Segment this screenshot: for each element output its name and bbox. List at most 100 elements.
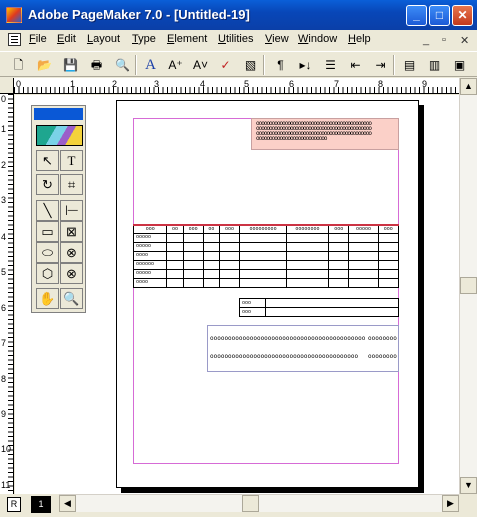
zoom-tool-icon[interactable]: 🔍 xyxy=(60,288,83,309)
styles-icon[interactable]: ▤ xyxy=(399,55,420,75)
header-text-block[interactable]: oooooooooooooooooooooooooooooooooooooooo… xyxy=(251,118,399,150)
pointer-tool-icon[interactable]: ↖ xyxy=(36,150,59,171)
close-button[interactable]: ✕ xyxy=(452,5,473,26)
table-header-cell: oo xyxy=(202,224,220,234)
table-header-cell: ooo xyxy=(377,224,400,234)
scroll-up-button[interactable]: ▲ xyxy=(460,78,477,95)
table-header-cell: oo xyxy=(166,224,184,234)
spelling-icon[interactable]: ✓ xyxy=(215,55,236,75)
fill-icon[interactable]: ▧ xyxy=(240,55,261,75)
paragraph-icon[interactable]: ¶ xyxy=(270,55,291,75)
scroll-left-button[interactable]: ◀ xyxy=(59,495,76,512)
ruler-label: 10 xyxy=(1,444,12,454)
table-header-cell: oooooooo xyxy=(285,224,330,234)
table-header-row: ooo oo ooo oo ooo ooooooooo oooooooo ooo… xyxy=(132,224,400,234)
maximize-button[interactable]: □ xyxy=(429,5,450,26)
crop-tool-icon[interactable]: ⌗ xyxy=(60,174,83,195)
ruler-label: 7 xyxy=(334,79,340,89)
toolbox-title-bar[interactable] xyxy=(34,108,83,120)
menu-view[interactable]: View xyxy=(265,33,289,45)
text-tool-icon[interactable]: T xyxy=(60,150,83,171)
table-cell: ooooo xyxy=(132,241,168,252)
menu-type[interactable]: Type xyxy=(132,33,156,45)
document-minimize-button[interactable]: _ xyxy=(423,34,429,46)
table-row: ooooo xyxy=(132,241,400,252)
rectangle-tool-icon[interactable]: ▭ xyxy=(36,221,59,242)
menu-layout[interactable]: Layout xyxy=(87,33,120,45)
constrained-line-tool-icon[interactable]: |— xyxy=(60,200,83,221)
vertical-scroll-thumb[interactable] xyxy=(460,277,477,294)
menu-help[interactable]: Help xyxy=(348,33,371,45)
minimize-button[interactable]: _ xyxy=(406,5,427,26)
hand-tool-icon[interactable]: ✋ xyxy=(36,288,59,309)
subtotal-table[interactable]: ooo ooo xyxy=(239,298,399,317)
horizontal-scrollbar[interactable]: ◀ ▶ xyxy=(59,494,459,512)
font-size-down-icon[interactable]: A˅ xyxy=(190,55,211,75)
footer-text-line: oooooooo xyxy=(368,335,397,342)
menu-file[interactable]: File xyxy=(29,33,47,45)
indent-tab-icon[interactable]: ▸↓ xyxy=(295,55,316,75)
ruler-label: 9 xyxy=(1,409,7,419)
ruler-label: 3 xyxy=(1,195,7,205)
new-icon[interactable]: 🗋 xyxy=(8,55,29,75)
rectangle-frame-tool-icon[interactable]: ⊠ xyxy=(60,221,83,242)
colors-icon[interactable]: ▥ xyxy=(424,55,445,75)
toolbar-separator xyxy=(135,55,137,75)
toolbar-separator xyxy=(263,55,265,75)
scroll-right-button[interactable]: ▶ xyxy=(442,495,459,512)
footer-text-line: oooooooooooooooooooooooooooooooooooooooo… xyxy=(210,335,366,342)
save-icon[interactable]: 💾 xyxy=(60,55,81,75)
menu-element[interactable]: Element xyxy=(167,33,207,45)
ruler-label: 0 xyxy=(1,94,7,104)
type-a-icon[interactable]: A xyxy=(140,55,161,75)
decrease-indent-icon[interactable]: ⇤ xyxy=(345,55,366,75)
menu-window[interactable]: Window xyxy=(298,33,337,45)
vertical-scrollbar[interactable]: ▲ ▼ xyxy=(459,78,477,494)
line-tool-icon[interactable]: ╲ xyxy=(36,200,59,221)
rotate-tool-icon[interactable]: ↻ xyxy=(36,174,59,195)
ruler-label: 1 xyxy=(70,79,76,89)
window-title: Adobe PageMaker 7.0 - [Untitled-19] xyxy=(28,7,250,22)
toolbox-palette[interactable]: ↖ T ↻ ⌗ ╲ |— ▭ ⊠ ⬭ ⊗ ⬡ ⊗ ✋ 🔍 xyxy=(31,105,86,313)
polygon-frame-tool-icon[interactable]: ⊗ xyxy=(60,263,83,284)
print-icon[interactable]: 🖶 xyxy=(86,55,107,75)
ruler-label: 2 xyxy=(1,160,7,170)
page-1-icon[interactable]: 1 xyxy=(31,496,51,513)
polygon-tool-icon[interactable]: ⬡ xyxy=(36,263,59,284)
horizontal-scroll-thumb[interactable] xyxy=(242,495,259,512)
vertical-ruler[interactable]: 0 1 2 3 4 5 6 7 8 9 10 11 xyxy=(0,94,14,498)
ruler-label: 1 xyxy=(1,124,7,134)
document-restore-button[interactable]: ▫ xyxy=(442,34,446,46)
ellipse-frame-tool-icon[interactable]: ⊗ xyxy=(60,242,83,263)
ruler-label: 7 xyxy=(1,338,7,348)
bullets-icon[interactable]: ☰ xyxy=(320,55,341,75)
scroll-down-button[interactable]: ▼ xyxy=(460,477,477,494)
find-icon[interactable]: 🔍 xyxy=(112,55,133,75)
master-page-icon[interactable]: R xyxy=(7,497,21,512)
table-row: ooooo xyxy=(132,268,400,279)
table-row: ooo xyxy=(239,298,399,308)
horizontal-ruler[interactable]: 0 1 2 3 4 5 6 7 8 9 xyxy=(14,78,465,94)
footer-text-line: oooooooooooooooooooooooooooooooooooooooo… xyxy=(210,353,359,360)
document-close-button[interactable]: ✕ xyxy=(460,34,469,47)
fill-stroke-preview xyxy=(36,125,83,146)
footer-text-block[interactable]: oooooooooooooooooooooooooooooooooooooooo… xyxy=(207,325,399,372)
increase-indent-icon[interactable]: ⇥ xyxy=(370,55,391,75)
title-bar: Adobe PageMaker 7.0 - [Untitled-19] _ □ … xyxy=(0,0,477,30)
toolbar-separator xyxy=(393,55,395,75)
table-row: oooo xyxy=(132,277,400,288)
ellipse-tool-icon[interactable]: ⬭ xyxy=(36,242,59,263)
document-control-icon[interactable] xyxy=(8,33,21,46)
menu-utilities[interactable]: Utilities xyxy=(218,33,253,45)
ruler-label: 3 xyxy=(154,79,160,89)
pagemaker-app-icon[interactable] xyxy=(6,7,22,23)
menu-edit[interactable]: Edit xyxy=(57,33,76,45)
data-table[interactable]: ooo oo ooo oo ooo ooooooooo oooooooo ooo… xyxy=(132,224,400,288)
ruler-label: 4 xyxy=(200,79,206,89)
open-icon[interactable]: 📂 xyxy=(34,55,55,75)
library-icon[interactable]: ▣ xyxy=(449,55,470,75)
table-header-cell: ooooooooo xyxy=(239,224,287,234)
font-size-up-icon[interactable]: A⁺ xyxy=(165,55,186,75)
table-row: ooooo xyxy=(132,232,400,243)
ruler-zero-point[interactable] xyxy=(0,78,14,94)
